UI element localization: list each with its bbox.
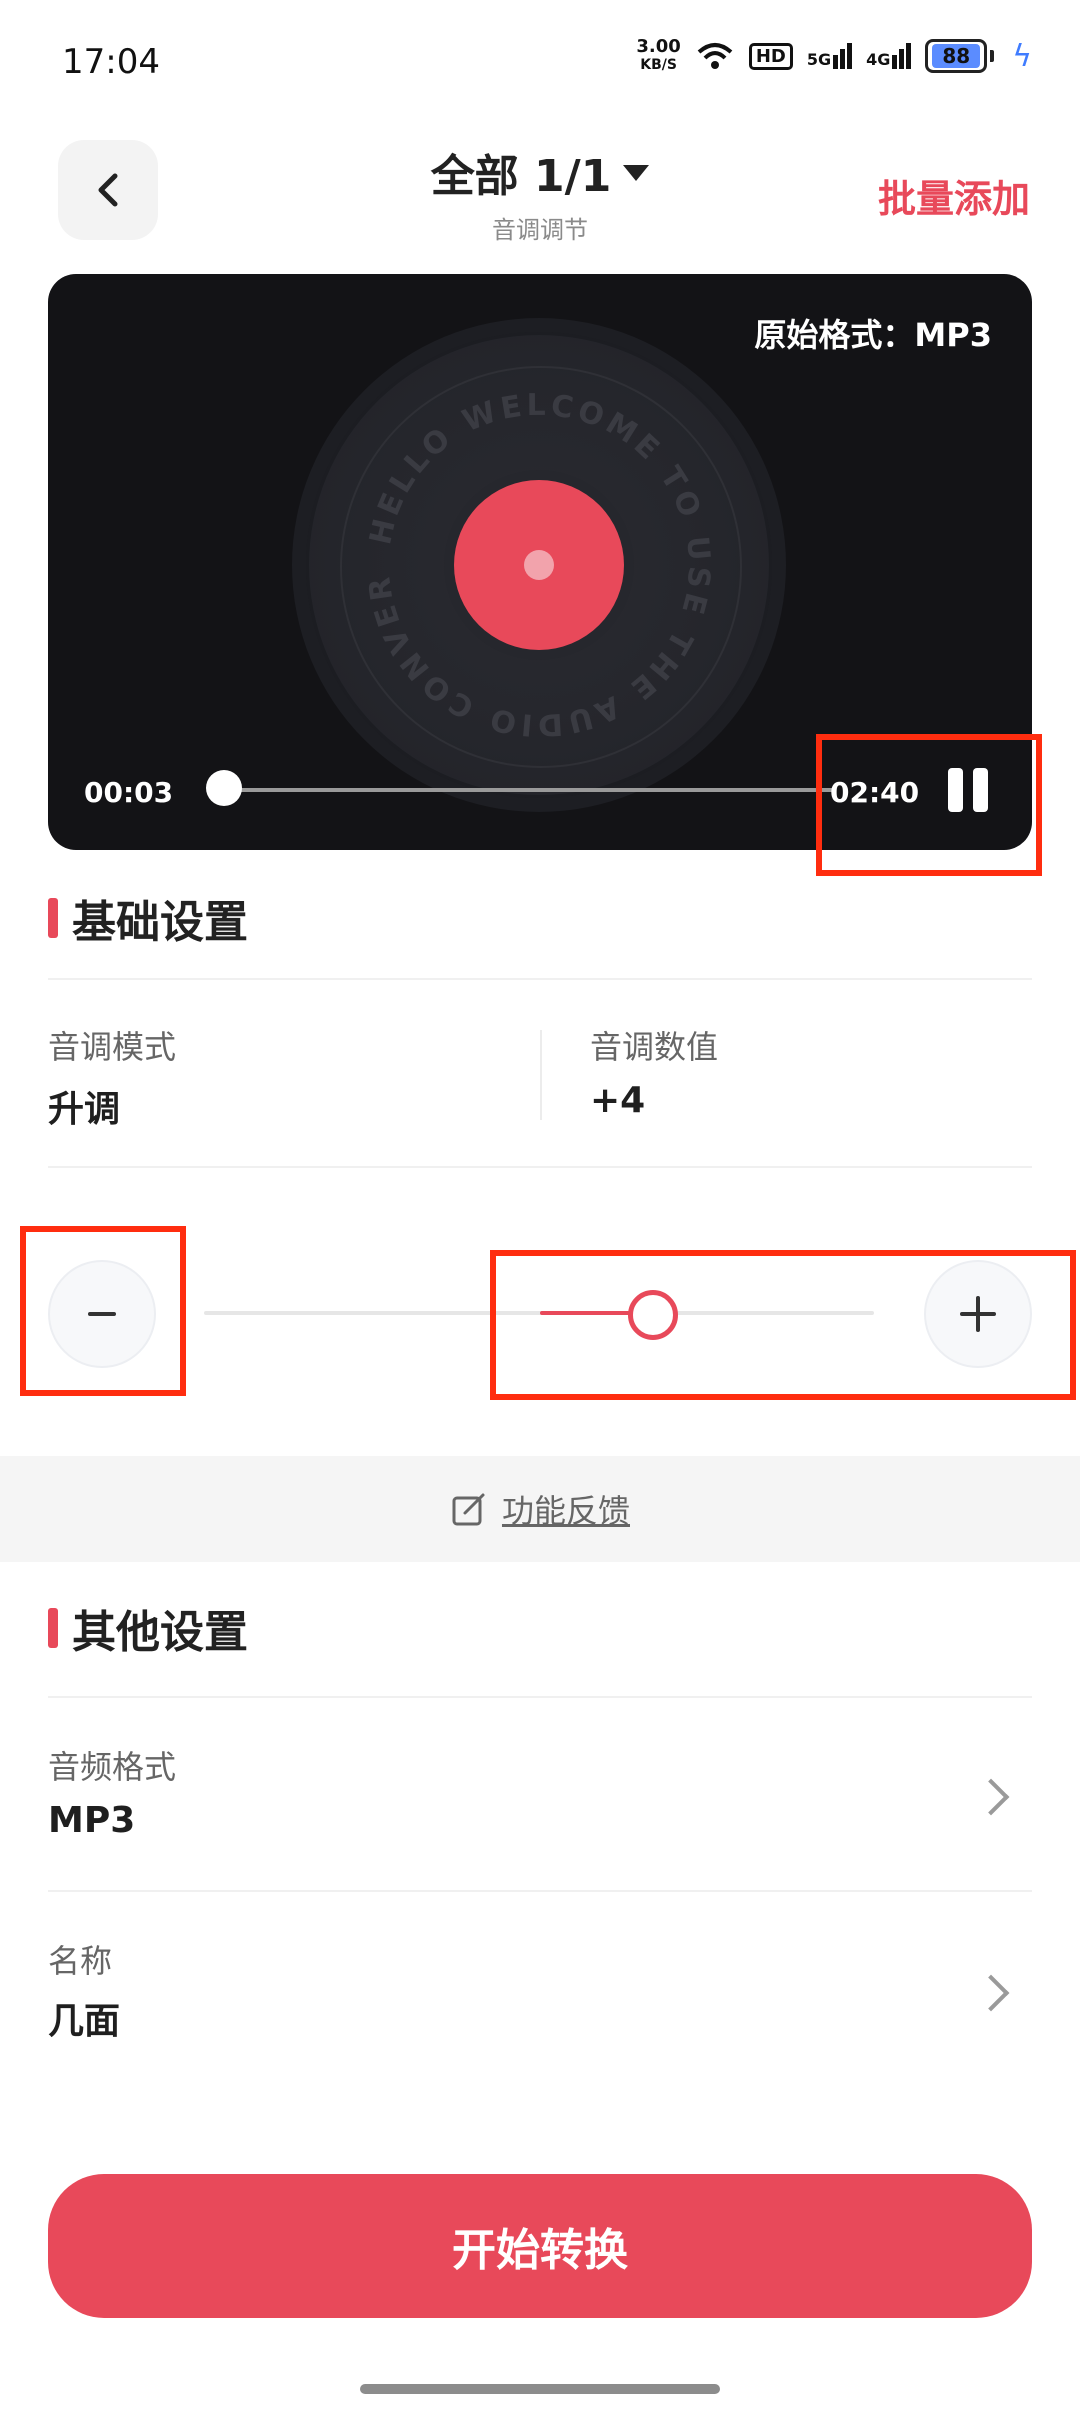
divider	[48, 978, 1032, 980]
feedback-label: 功能反馈	[501, 1492, 630, 1530]
highlight-box-minus	[20, 1226, 186, 1396]
name-value: 几面	[48, 2001, 121, 2042]
edit-icon	[452, 1493, 485, 1526]
pitch-mode-label: 音调模式	[48, 1028, 177, 1066]
progress-knob[interactable]	[206, 770, 242, 806]
pitch-value-label: 音调数值	[590, 1028, 719, 1066]
charging-icon: ϟ	[1012, 38, 1032, 74]
other-settings-title: 其他设置	[48, 1596, 248, 1660]
hd-badge: HD	[748, 42, 793, 70]
progress-track[interactable]	[224, 788, 834, 792]
batch-add-button[interactable]: 批量添加	[878, 168, 1030, 223]
signal-5g-icon: 5G	[807, 43, 853, 69]
name-label: 名称	[48, 1942, 113, 1980]
highlight-box-slider	[490, 1250, 1076, 1400]
wifi-icon	[697, 43, 733, 69]
pitch-value: +4	[590, 1080, 646, 1121]
signal-4g-icon: 4G	[866, 43, 912, 69]
chevron-right-icon	[972, 1974, 1010, 2012]
feedback-link[interactable]: 功能反馈	[0, 1456, 1080, 1562]
net-speed: 3.00 KB/S	[636, 36, 681, 74]
status-time: 17:04	[62, 42, 160, 82]
name-row[interactable]: 名称 几面	[48, 1892, 1032, 2084]
home-indicator[interactable]	[360, 2384, 720, 2394]
disc-label	[454, 480, 624, 650]
audio-format-value: MP3	[48, 1800, 136, 1841]
battery-icon: 88	[925, 39, 995, 73]
highlight-box-pause	[816, 734, 1042, 876]
audio-format-row[interactable]: 音频格式 MP3	[48, 1696, 1032, 1888]
divider	[48, 1166, 1032, 1168]
chevron-right-icon	[972, 1778, 1010, 1816]
original-format-label: 原始格式：MP3	[754, 316, 992, 354]
current-time: 00:03	[84, 776, 174, 809]
field-separator	[540, 1030, 542, 1120]
pitch-mode-field[interactable]: 音调模式 升调	[48, 1022, 176, 1132]
basic-settings-title: 基础设置	[48, 886, 248, 950]
vinyl-disc-icon: HELLO WELCOME TO USE THE AUDIO CONVERTER	[306, 332, 772, 798]
status-icons: 3.00 KB/S HD 5G 4G 88 ϟ	[636, 38, 1032, 74]
page-title: 全部 1/1	[430, 151, 612, 202]
pitch-value-field: 音调数值 +4	[590, 1022, 718, 1121]
start-convert-button[interactable]: 开始转换	[48, 2174, 1032, 2318]
caret-down-icon	[623, 165, 650, 181]
pitch-mode-value: 升调	[48, 1089, 121, 1130]
audio-format-label: 音频格式	[48, 1748, 177, 1786]
